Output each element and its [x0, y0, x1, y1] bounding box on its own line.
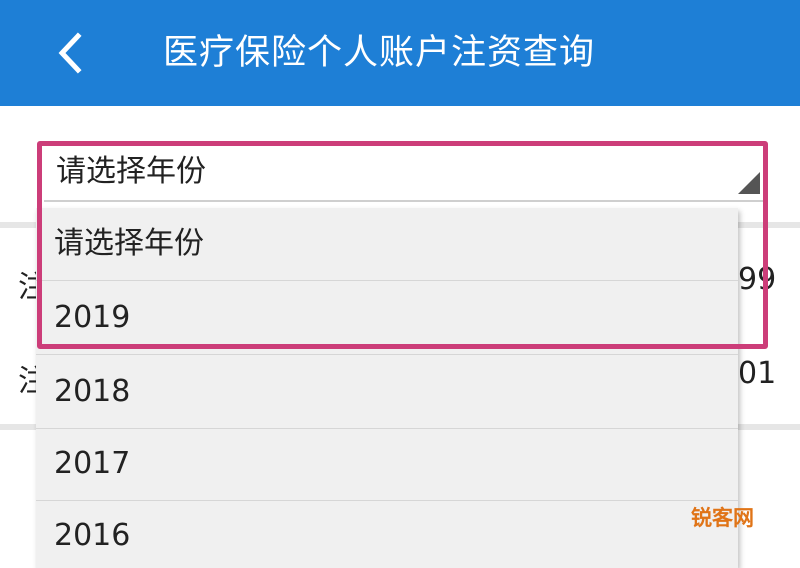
dropdown-option[interactable]: 2016 — [36, 500, 738, 568]
option-label: 2019 — [54, 300, 131, 335]
page-title: 医疗保险个人账户注资查询 — [163, 33, 596, 73]
underlay-row-value: 01 — [738, 356, 777, 391]
dropdown-option[interactable]: 请选择年份 — [36, 208, 738, 281]
chevron-left-icon — [58, 32, 82, 74]
watermark-logo: 锐客网 — [691, 506, 754, 530]
dropdown-option[interactable]: 2019 — [36, 282, 738, 355]
option-label: 2017 — [54, 446, 131, 481]
option-label: 2018 — [54, 374, 131, 409]
underlay-row-value: 99 — [738, 262, 777, 297]
dropdown-option[interactable]: 2018 — [36, 356, 738, 429]
app-header: 医疗保险个人账户注资查询 — [0, 0, 800, 106]
select-value: 请选择年份 — [56, 154, 206, 189]
year-dropdown-list: 请选择年份 2019 2018 2017 2016 — [36, 208, 738, 568]
dropdown-triangle-icon — [738, 172, 760, 194]
year-select[interactable]: 请选择年份 — [44, 144, 766, 200]
select-underline — [44, 200, 766, 202]
option-label: 请选择年份 — [54, 226, 204, 261]
dropdown-option[interactable]: 2017 — [36, 428, 738, 501]
option-label: 2016 — [54, 518, 131, 553]
back-button[interactable] — [48, 22, 96, 84]
